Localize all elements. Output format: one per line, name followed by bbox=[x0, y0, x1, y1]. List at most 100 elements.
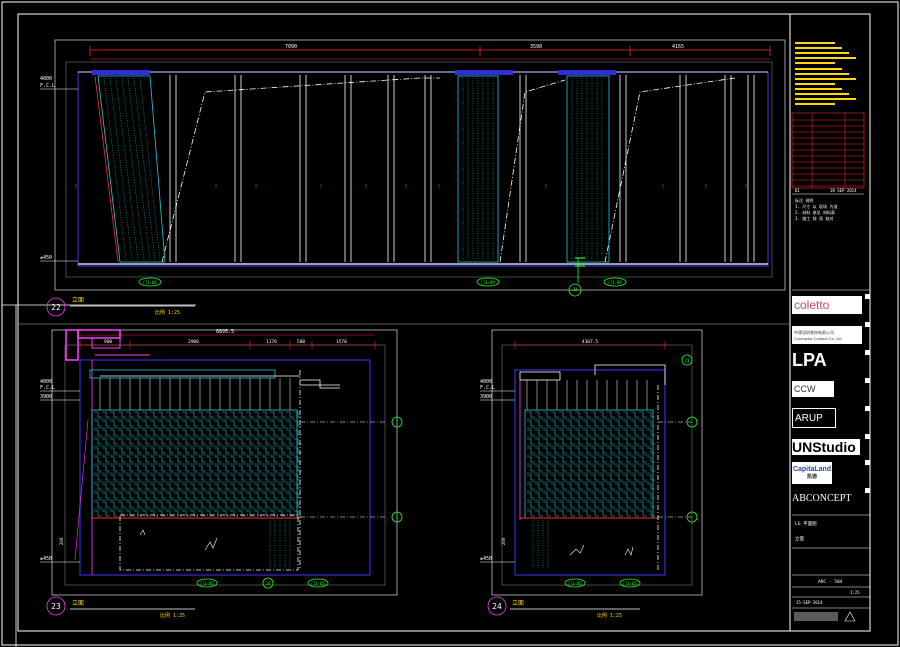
louver-row bbox=[527, 483, 655, 490]
status-stamp bbox=[794, 612, 838, 621]
note-line bbox=[795, 62, 835, 64]
note-line bbox=[795, 78, 856, 80]
view-22-tag-2: 门1-09 bbox=[476, 277, 500, 287]
view-23-tag-1: 门1-05 bbox=[196, 578, 218, 588]
approval-checkbox-5[interactable] bbox=[865, 406, 870, 411]
view-22-dim-3: 4165 bbox=[672, 44, 684, 50]
view-23-louver-panel bbox=[94, 411, 302, 519]
note-line bbox=[795, 57, 856, 59]
view-23-wall bbox=[79, 359, 371, 576]
louver-row bbox=[527, 438, 655, 445]
svg-text:200: 200 bbox=[501, 537, 506, 545]
project-name: LG 平面图 bbox=[795, 521, 817, 527]
contractor-logo: 中建深圳装饰有限公司 Contractor Contact Co. Ltd bbox=[792, 326, 862, 344]
approval-checkbox-1[interactable] bbox=[865, 294, 870, 299]
view-23-scale: 比例 1:25 bbox=[160, 612, 185, 619]
louver-row bbox=[527, 420, 655, 427]
svg-text:门1-09: 门1-09 bbox=[481, 279, 495, 285]
view-22-door-3 bbox=[566, 75, 610, 263]
revision-table bbox=[791, 112, 865, 189]
view-24-scale: 比例 1:25 bbox=[597, 612, 622, 619]
svg-text:∥: ∥ bbox=[545, 183, 547, 188]
approval-checkbox-8[interactable] bbox=[865, 488, 870, 493]
note-line bbox=[795, 93, 849, 95]
louver-row bbox=[527, 474, 655, 481]
view-24-louver-panel bbox=[527, 411, 655, 519]
svg-text:23: 23 bbox=[685, 358, 690, 363]
arup-logo: ARUP bbox=[792, 408, 836, 428]
revision-rev: 01 bbox=[795, 188, 800, 193]
svg-text:门1-04: 门1-04 bbox=[143, 279, 157, 285]
view-24-wall bbox=[514, 369, 666, 576]
view-23-title: 立面 bbox=[72, 599, 84, 607]
inner-border bbox=[17, 13, 871, 632]
svg-text:900: 900 bbox=[104, 339, 112, 345]
approval-checkbox-7[interactable] bbox=[865, 460, 870, 465]
tb-note-1: 1. 尺寸 以 现场 为准 bbox=[795, 203, 837, 209]
drawing-title: 立面 bbox=[795, 535, 804, 542]
view-23-section-marker: 24 bbox=[262, 416, 403, 589]
approval-checkbox-4[interactable] bbox=[865, 378, 870, 383]
svg-text:1170: 1170 bbox=[266, 339, 277, 345]
approval-checkbox-6[interactable] bbox=[865, 434, 870, 439]
approval-checkbox-2[interactable] bbox=[865, 322, 870, 327]
louver-row bbox=[94, 465, 302, 472]
svg-text:门1-09: 门1-09 bbox=[608, 279, 622, 285]
view-22-title: 立面 bbox=[72, 296, 84, 304]
drawing-date: 15-SEP-2014 bbox=[796, 600, 823, 605]
note-line bbox=[795, 42, 835, 44]
louver-row bbox=[527, 510, 655, 517]
louver-row bbox=[94, 447, 302, 454]
svg-text:24: 24 bbox=[266, 581, 271, 586]
louver-row bbox=[94, 483, 302, 490]
louver-row bbox=[94, 474, 302, 481]
scale-value: 1:25 bbox=[850, 590, 860, 595]
louver-row bbox=[94, 420, 302, 427]
louver-row bbox=[527, 447, 655, 454]
louver-row bbox=[527, 501, 655, 508]
louver-row bbox=[527, 411, 655, 418]
abconcept-logo: ABCONCEPT bbox=[792, 492, 852, 504]
svg-text:2900: 2900 bbox=[188, 339, 199, 345]
drawing-number: ARC - 504 bbox=[818, 579, 843, 585]
view-22-level-bottom: ±450 bbox=[40, 255, 52, 261]
view-22-tag-3: 门1-09 bbox=[603, 277, 627, 287]
louver-row bbox=[527, 465, 655, 472]
svg-text:F.C.L: F.C.L bbox=[480, 385, 495, 391]
svg-text:3900: 3900 bbox=[40, 394, 52, 400]
note-line bbox=[795, 73, 849, 75]
svg-text:∥: ∥ bbox=[405, 183, 407, 188]
louver-row bbox=[94, 429, 302, 436]
svg-text:门1-05: 门1-05 bbox=[623, 580, 637, 586]
svg-text:∥: ∥ bbox=[705, 183, 707, 188]
louver-row bbox=[94, 438, 302, 445]
svg-text:门1-05: 门1-05 bbox=[311, 580, 325, 586]
unstudio-logo: UNStudio bbox=[792, 439, 860, 455]
note-line bbox=[795, 103, 835, 105]
svg-text:23: 23 bbox=[573, 287, 578, 292]
svg-text:∥: ∥ bbox=[365, 183, 367, 188]
view-22-panel-lines bbox=[169, 75, 755, 262]
louver-row bbox=[527, 429, 655, 436]
note-line bbox=[795, 52, 849, 54]
view-22-door-1 bbox=[97, 75, 166, 263]
note-line bbox=[795, 68, 842, 70]
svg-text:F.C.L: F.C.L bbox=[40, 385, 55, 391]
ccw-logo: CCW bbox=[792, 381, 834, 397]
view-22-scale: 比例 1:25 bbox=[155, 309, 180, 316]
view-22-dim-1: 7090 bbox=[285, 44, 297, 50]
approval-checkbox-3[interactable] bbox=[865, 350, 870, 355]
svg-text:∥: ∥ bbox=[75, 183, 77, 188]
coletto-logo: coletto bbox=[792, 296, 862, 314]
svg-text:∥: ∥ bbox=[510, 183, 512, 188]
svg-text:1570: 1570 bbox=[336, 339, 347, 345]
note-line bbox=[795, 98, 856, 100]
view-23-elevation: 6895.5 900 2900 1170 500 1570 4000 F.C.L… bbox=[40, 329, 403, 619]
note-line bbox=[795, 88, 842, 90]
view-24-number: 24 bbox=[492, 602, 502, 611]
louver-row bbox=[527, 492, 655, 499]
lpa-logo: LPA bbox=[792, 349, 827, 370]
view-24-tag-1: 门1-05 bbox=[564, 578, 586, 588]
svg-text:500: 500 bbox=[297, 339, 305, 345]
svg-text:∥: ∥ bbox=[255, 183, 257, 188]
